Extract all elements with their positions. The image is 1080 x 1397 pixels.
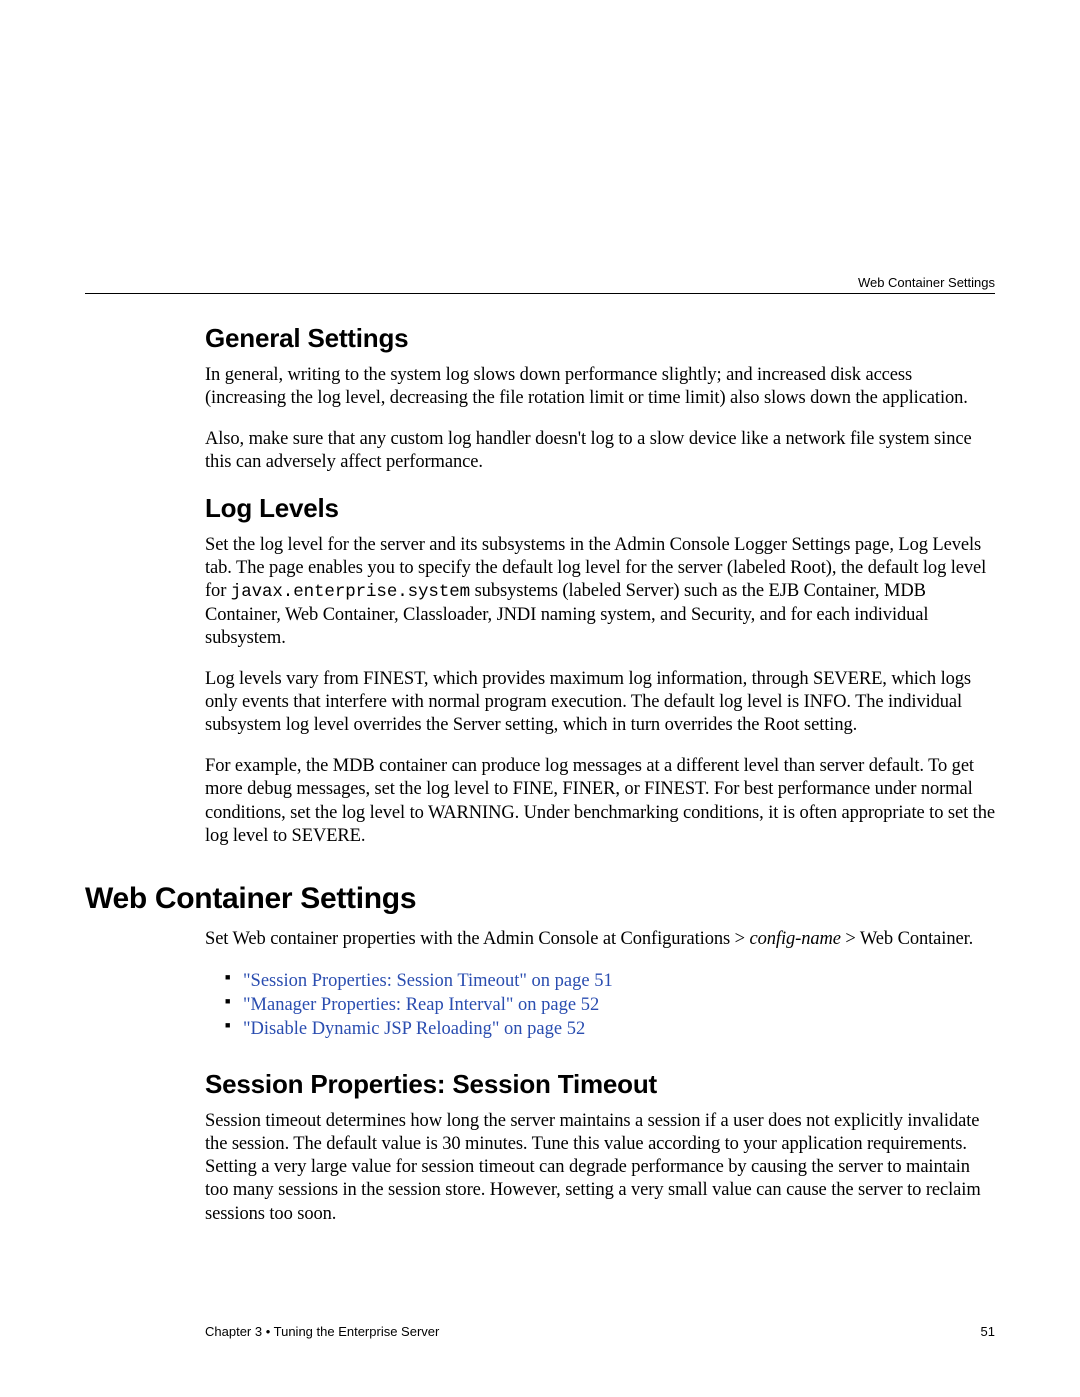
running-header: Web Container Settings	[858, 275, 995, 290]
text: Set Web container properties with the Ad…	[205, 929, 750, 949]
cross-reference-link[interactable]: "Manager Properties: Reap Interval" on p…	[225, 993, 995, 1017]
paragraph: Set the log level for the server and its…	[205, 534, 995, 650]
italic-text: config-name	[750, 929, 841, 949]
heading-web-container-settings: Web Container Settings	[85, 882, 995, 916]
footer-page-number: 51	[981, 1324, 995, 1339]
content-body: General Settings In general, writing to …	[205, 323, 995, 1226]
text: > Web Container.	[841, 929, 973, 949]
page-footer: Chapter 3 • Tuning the Enterprise Server…	[205, 1324, 995, 1339]
header-rule	[85, 293, 995, 294]
paragraph: In general, writing to the system log sl…	[205, 364, 995, 410]
cross-reference-link[interactable]: "Session Properties: Session Timeout" on…	[225, 969, 995, 993]
inline-code: javax.enterprise.system	[231, 582, 470, 602]
paragraph: Log levels vary from FINEST, which provi…	[205, 668, 995, 737]
paragraph: For example, the MDB container can produ…	[205, 755, 995, 848]
paragraph: Also, make sure that any custom log hand…	[205, 428, 995, 474]
page: Web Container Settings General Settings …	[0, 0, 1080, 1397]
paragraph: Set Web container properties with the Ad…	[205, 928, 995, 951]
cross-reference-list: "Session Properties: Session Timeout" on…	[225, 969, 995, 1041]
heading-general-settings: General Settings	[205, 323, 995, 354]
cross-reference-link[interactable]: "Disable Dynamic JSP Reloading" on page …	[225, 1017, 995, 1041]
heading-log-levels: Log Levels	[205, 493, 995, 524]
heading-session-timeout: Session Properties: Session Timeout	[205, 1069, 995, 1100]
footer-chapter: Chapter 3 • Tuning the Enterprise Server	[205, 1324, 439, 1339]
paragraph: Session timeout determines how long the …	[205, 1110, 995, 1226]
